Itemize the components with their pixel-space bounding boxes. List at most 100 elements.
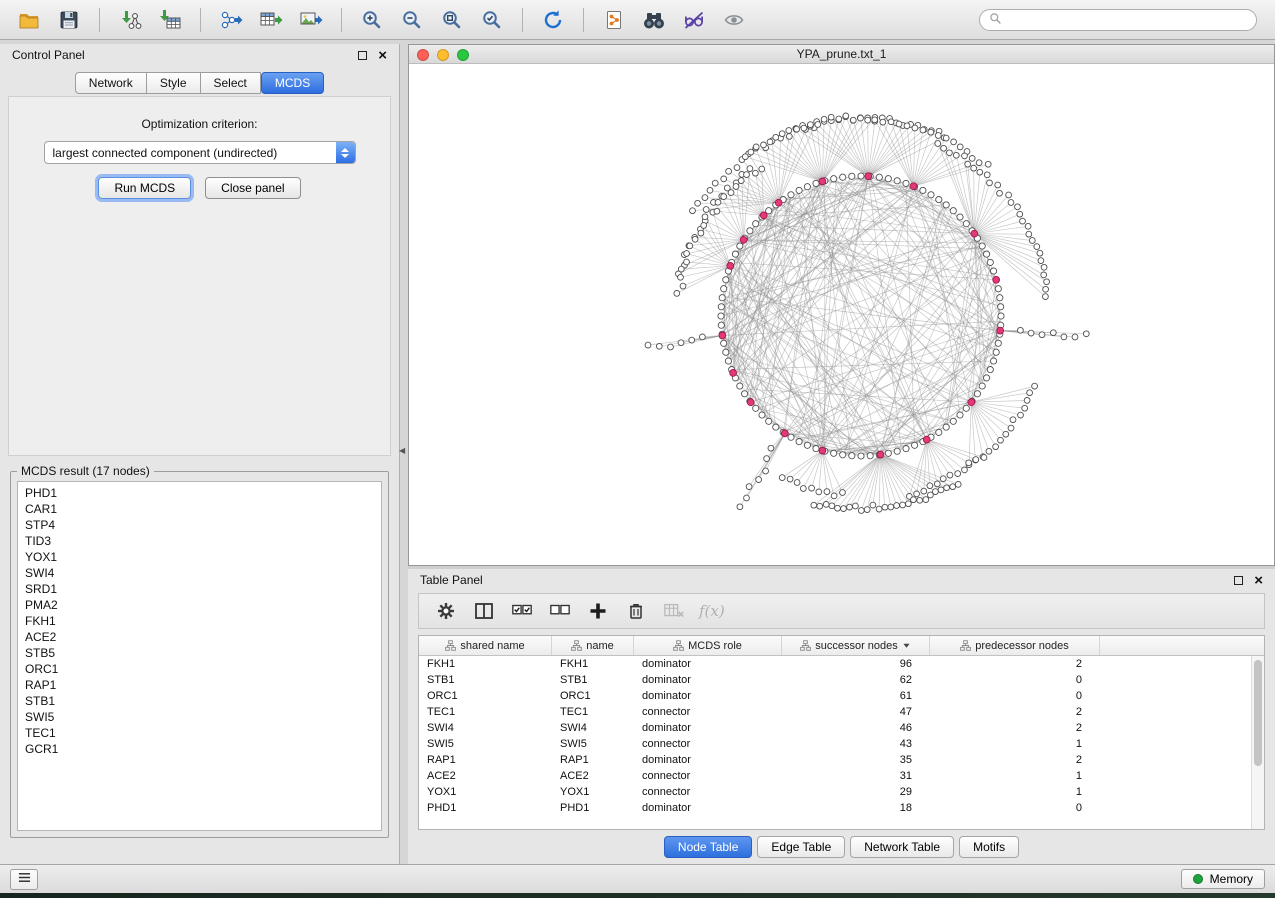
column-header-filler: [1100, 636, 1264, 655]
mcds-result-item[interactable]: RAP1: [18, 677, 381, 693]
add-column-button[interactable]: [581, 596, 615, 626]
window-zoom-button[interactable]: [457, 49, 469, 61]
select-all-button[interactable]: [505, 596, 539, 626]
table-row[interactable]: TEC1TEC1connector472: [419, 704, 1264, 720]
export-image-button[interactable]: [292, 4, 330, 36]
window-close-button[interactable]: [417, 49, 429, 61]
table-tabs: Node TableEdge TableNetwork TableMotifs: [408, 830, 1275, 864]
network-canvas[interactable]: [409, 64, 1274, 565]
table-row[interactable]: PHD1PHD1dominator180: [419, 800, 1264, 816]
sort-menu-icon[interactable]: [902, 642, 911, 649]
tab-edge-table[interactable]: Edge Table: [757, 836, 845, 858]
mcds-result-item[interactable]: CAR1: [18, 501, 381, 517]
mcds-result-item[interactable]: STB5: [18, 645, 381, 661]
zoom-out-button[interactable]: [393, 4, 431, 36]
cell-shared-name: SWI5: [419, 738, 552, 750]
tab-network-table[interactable]: Network Table: [850, 836, 954, 858]
search-input[interactable]: [1008, 13, 1247, 27]
export-table-button[interactable]: [252, 4, 290, 36]
deselect-all-button[interactable]: [543, 596, 577, 626]
table-row[interactable]: SWI5SWI5connector431: [419, 736, 1264, 752]
mcds-result-item[interactable]: TEC1: [18, 725, 381, 741]
apply-layout-button[interactable]: [534, 4, 572, 36]
cell-MCDS-role: connector: [634, 738, 782, 750]
float-panel-icon[interactable]: [358, 51, 367, 60]
mcds-result-item[interactable]: TID3: [18, 533, 381, 549]
table-scrollbar[interactable]: [1251, 656, 1264, 829]
cell-MCDS-role: dominator: [634, 690, 782, 702]
mcds-result-item[interactable]: ACE2: [18, 629, 381, 645]
column-header-successor-nodes[interactable]: successor nodes: [782, 636, 930, 655]
import-network-button[interactable]: [111, 4, 149, 36]
network-graph[interactable]: [409, 64, 1274, 565]
right-column: YPA_prune.txt_1 Table Panel × f(x) sh: [408, 44, 1275, 864]
hide-selected-button[interactable]: [675, 4, 713, 36]
show-all-button[interactable]: [715, 4, 753, 36]
import-table-button[interactable]: [151, 4, 189, 36]
gear-icon: [435, 601, 457, 621]
tab-network[interactable]: Network: [75, 72, 147, 94]
column-header-name[interactable]: name: [552, 636, 634, 655]
table-row[interactable]: RAP1RAP1dominator352: [419, 752, 1264, 768]
mcds-result-item[interactable]: FKH1: [18, 613, 381, 629]
table-row[interactable]: SWI4SWI4dominator462: [419, 720, 1264, 736]
criterion-select[interactable]: largest connected component (undirected): [44, 141, 356, 164]
table-row[interactable]: ORC1ORC1dominator610: [419, 688, 1264, 704]
table-options-button[interactable]: [429, 596, 463, 626]
table-body: FKH1FKH1dominator962STB1STB1dominator620…: [419, 656, 1264, 829]
save-button[interactable]: [50, 4, 88, 36]
tab-node-table[interactable]: Node Table: [664, 836, 753, 858]
export-network-button[interactable]: [212, 4, 250, 36]
open-folder-button[interactable]: [10, 4, 48, 36]
column-header-shared-name[interactable]: shared name: [419, 636, 552, 655]
mcds-result-list[interactable]: PHD1CAR1STP4TID3YOX1SWI4SRD1PMA2FKH1ACE2…: [17, 481, 382, 831]
table-row[interactable]: YOX1YOX1connector291: [419, 784, 1264, 800]
splitter-collapse-icon[interactable]: ◀: [399, 446, 405, 455]
tab-mcds[interactable]: MCDS: [261, 72, 324, 94]
mcds-result-item[interactable]: STP4: [18, 517, 381, 533]
vertical-splitter[interactable]: ◀: [400, 44, 408, 864]
mcds-result-item[interactable]: SRD1: [18, 581, 381, 597]
zoom-fit-button[interactable]: [433, 4, 471, 36]
network-window: YPA_prune.txt_1: [408, 44, 1275, 566]
toggle-panel-button[interactable]: [467, 596, 501, 626]
hide-selected-icon: [682, 9, 706, 31]
close-panel-button[interactable]: Close panel: [205, 177, 300, 199]
tab-motifs[interactable]: Motifs: [959, 836, 1019, 858]
mcds-result-item[interactable]: STB1: [18, 693, 381, 709]
mcds-result-item[interactable]: YOX1: [18, 549, 381, 565]
zoom-in-button[interactable]: [353, 4, 391, 36]
clone-network-icon: [602, 9, 626, 31]
trash-icon: [625, 601, 647, 621]
menu-button[interactable]: [10, 869, 38, 890]
table-float-icon[interactable]: [1234, 576, 1243, 585]
table-row[interactable]: ACE2ACE2connector311: [419, 768, 1264, 784]
table-close-icon[interactable]: ×: [1254, 573, 1263, 588]
table-row[interactable]: STB1STB1dominator620: [419, 672, 1264, 688]
tab-style[interactable]: Style: [147, 72, 201, 94]
mcds-result-item[interactable]: ORC1: [18, 661, 381, 677]
network-titlebar: YPA_prune.txt_1: [409, 45, 1274, 64]
column-header-label: name: [586, 640, 614, 652]
column-type-icon: [571, 640, 582, 651]
mcds-result-item[interactable]: SWI5: [18, 709, 381, 725]
find-button[interactable]: [635, 4, 673, 36]
node-table: shared name name MCDS rolesuccessor nodesp…: [418, 635, 1265, 830]
window-minimize-button[interactable]: [437, 49, 449, 61]
mcds-result-item[interactable]: GCR1: [18, 741, 381, 757]
column-header-MCDS-role[interactable]: MCDS role: [634, 636, 782, 655]
mcds-result-item[interactable]: PHD1: [18, 485, 381, 501]
mcds-result-item[interactable]: PMA2: [18, 597, 381, 613]
mcds-result-item[interactable]: SWI4: [18, 565, 381, 581]
delete-columns-button[interactable]: [619, 596, 653, 626]
table-row[interactable]: FKH1FKH1dominator962: [419, 656, 1264, 672]
scrollbar-thumb[interactable]: [1254, 660, 1262, 766]
memory-button[interactable]: Memory: [1181, 869, 1265, 889]
clone-network-button[interactable]: [595, 4, 633, 36]
global-search[interactable]: [979, 9, 1257, 31]
tab-select[interactable]: Select: [201, 72, 261, 94]
column-header-predecessor-nodes[interactable]: predecessor nodes: [930, 636, 1100, 655]
run-mcds-button[interactable]: Run MCDS: [98, 177, 191, 199]
close-panel-icon[interactable]: ×: [378, 48, 387, 63]
zoom-selected-button[interactable]: [473, 4, 511, 36]
